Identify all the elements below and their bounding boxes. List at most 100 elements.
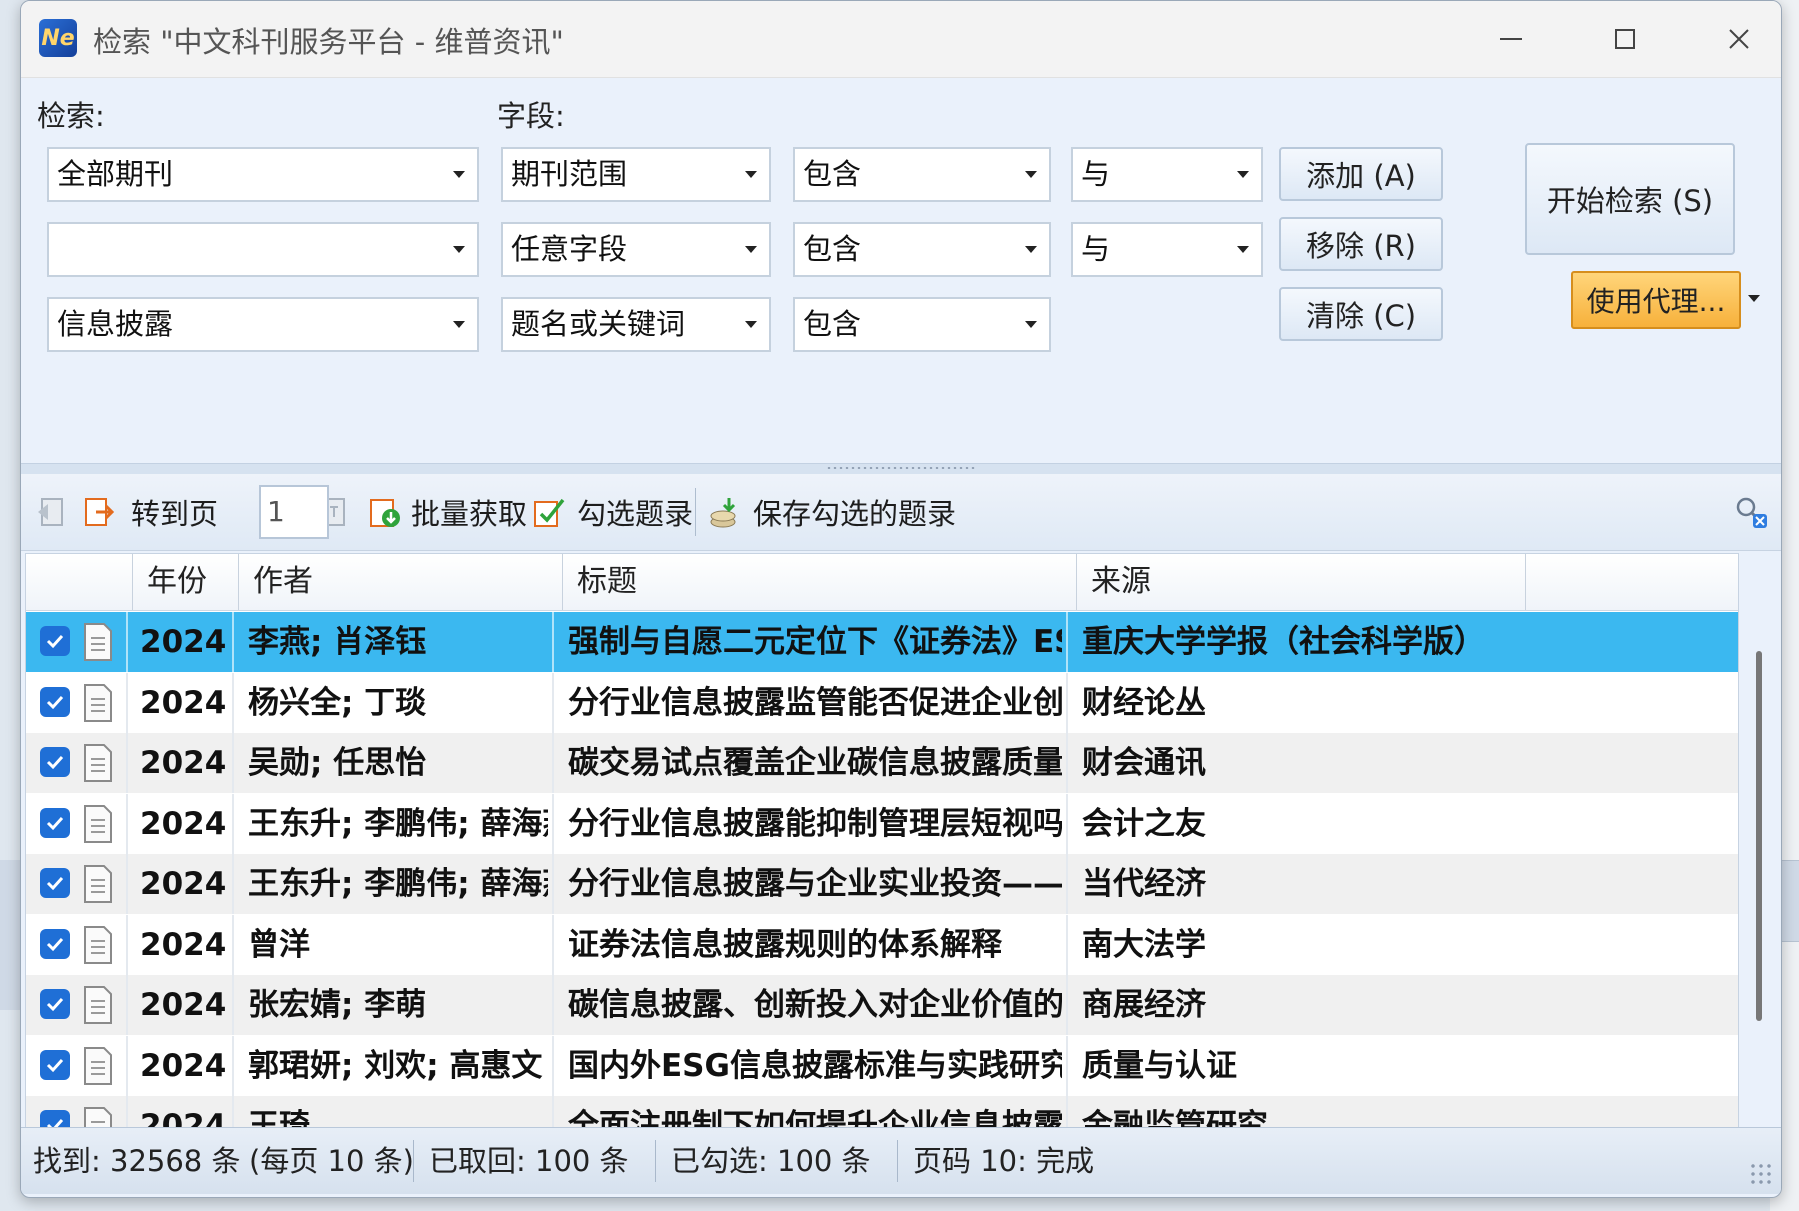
table-row[interactable]: 2024 杨兴全; 丁琰 分行业信息披露监管能否促进企业创... 财经论丛: [26, 672, 1738, 733]
column-divider: [552, 975, 554, 1035]
document-icon: [84, 865, 112, 903]
page-number-input[interactable]: 1: [259, 485, 329, 539]
check-records-icon: [531, 494, 567, 530]
cell-source: 金融监管研究: [1082, 1108, 1268, 1129]
row-checkbox[interactable]: [40, 686, 70, 717]
operator-combo-2[interactable]: 包含: [793, 222, 1051, 277]
cell-year: 2024: [140, 1047, 227, 1084]
clear-search-button[interactable]: [1733, 474, 1769, 550]
goto-page-icon: [81, 494, 117, 530]
batch-fetch-button[interactable]: 批量获取: [367, 474, 527, 550]
maximize-button[interactable]: [1595, 15, 1655, 63]
chevron-down-icon: [745, 171, 757, 178]
table-row[interactable]: 2024 王东升; 李鹏伟; 薛海燕 分行业信息披露与企业实业投资——... 当代经济: [26, 854, 1738, 914]
checkmark-icon: [46, 755, 64, 770]
goto-page-button[interactable]: 转到页: [81, 474, 218, 550]
status-separator: [413, 1140, 414, 1182]
row-checkbox[interactable]: [40, 1049, 70, 1080]
document-icon: [84, 1046, 112, 1085]
chevron-down-icon: [745, 321, 757, 328]
document-icon: [84, 623, 112, 661]
status-fetched: 已取回: 100 条: [429, 1144, 629, 1178]
cell-author: 李燕; 肖泽钰: [248, 624, 427, 660]
check-records-button[interactable]: 勾选题录: [531, 474, 693, 550]
minimize-icon: [1500, 38, 1522, 40]
add-button[interactable]: 添加 (A): [1279, 147, 1443, 201]
row-checkbox[interactable]: [40, 928, 70, 959]
table-row[interactable]: 2024 王东升; 李鹏伟; 薛海燕 分行业信息披露能抑制管理层短视吗... 会计之友: [26, 793, 1738, 854]
field-combo-3[interactable]: 题名或关键词: [501, 297, 771, 352]
logic-combo-1[interactable]: 与: [1071, 147, 1263, 202]
resize-grip-icon[interactable]: [1749, 1162, 1773, 1186]
remove-button[interactable]: 移除 (R): [1279, 217, 1443, 271]
chevron-down-icon: [745, 246, 757, 253]
operator-combo-3-value: 包含: [803, 307, 862, 341]
table-row[interactable]: 2024 张宏婧; 李萌 碳信息披露、创新投入对企业价值的... 商展经济: [26, 975, 1738, 1035]
column-divider: [232, 1035, 234, 1096]
logic-combo-1-value: 与: [1081, 157, 1111, 191]
save-checked-button[interactable]: 保存勾选的题录: [707, 474, 956, 550]
cell-title: 分行业信息披露与企业实业投资——...: [568, 866, 1062, 902]
column-header-author[interactable]: 作者: [238, 554, 562, 610]
checkmark-icon: [46, 634, 64, 649]
column-divider: [126, 1096, 128, 1128]
scope-combo-3[interactable]: 信息披露: [47, 297, 479, 352]
batch-fetch-label: 批量获取: [411, 497, 528, 531]
cell-author: 郭珺妍; 刘欢; 高惠文: [248, 1047, 543, 1084]
clear-button[interactable]: 清除 (C): [1279, 287, 1443, 341]
scope-combo-1-value: 全部期刊: [57, 157, 174, 191]
vertical-scrollbar[interactable]: [1756, 651, 1762, 1021]
batch-fetch-icon: [367, 494, 403, 530]
field-combo-1[interactable]: 期刊范围: [501, 147, 771, 202]
close-button[interactable]: [1709, 15, 1769, 63]
row-checkbox[interactable]: [40, 989, 70, 1019]
app-icon: Ne: [39, 19, 77, 57]
operator-combo-3[interactable]: 包含: [793, 297, 1051, 352]
document-icon: [84, 744, 112, 782]
column-divider: [126, 612, 128, 672]
minimize-button[interactable]: [1481, 15, 1541, 63]
title-bar[interactable]: Ne 检索 "中文科刊服务平台 - 维普资讯": [21, 1, 1781, 78]
status-found: 找到: 32568 条: [33, 1144, 241, 1178]
scope-combo-1[interactable]: 全部期刊: [47, 147, 479, 202]
field-combo-2[interactable]: 任意字段: [501, 222, 771, 277]
chevron-down-icon: [1025, 171, 1037, 178]
scope-combo-2[interactable]: [47, 222, 479, 277]
panel-splitter[interactable]: [21, 463, 1781, 474]
cell-title: 碳交易试点覆盖企业碳信息披露质量...: [568, 745, 1062, 781]
table-row[interactable]: 2024 郭珺妍; 刘欢; 高惠文 国内外ESG信息披露标准与实践研究 质量与认证: [26, 1035, 1738, 1096]
field-combo-1-value: 期刊范围: [511, 157, 628, 191]
proxy-dropdown-icon[interactable]: [1748, 295, 1760, 302]
row-checkbox[interactable]: [40, 868, 70, 898]
table-row[interactable]: 2024 曾洋 证券法信息披露规则的体系解释 南大法学: [26, 914, 1738, 975]
table-row[interactable]: 2024 李燕; 肖泽钰 强制与自愿二元定位下《证券法》ES... 重庆大学学报（社会…: [26, 612, 1738, 672]
prev-page-icon: [33, 494, 69, 530]
row-checkbox[interactable]: [40, 747, 70, 777]
document-icon: [84, 925, 112, 964]
column-header-year[interactable]: 年份: [132, 554, 238, 610]
row-checkbox[interactable]: [40, 626, 70, 656]
save-records-icon: [707, 494, 743, 530]
column-divider: [1066, 854, 1068, 914]
cell-author: 张宏婧; 李萌: [248, 987, 427, 1023]
column-divider: [552, 854, 554, 914]
chevron-down-icon: [453, 171, 465, 178]
splitter-grip-icon: [826, 466, 976, 470]
column-header-source[interactable]: 来源: [1076, 554, 1526, 610]
logic-combo-2[interactable]: 与: [1071, 222, 1263, 277]
column-divider: [126, 733, 128, 793]
table-row[interactable]: 2024 吴勋; 任思怡 碳交易试点覆盖企业碳信息披露质量... 财会通讯: [26, 733, 1738, 793]
chevron-down-icon: [1237, 246, 1249, 253]
column-header-title[interactable]: 标题: [562, 554, 1076, 610]
prev-page-button[interactable]: [33, 474, 69, 550]
status-page: 页码 10: 完成: [913, 1144, 1095, 1178]
column-divider: [232, 854, 234, 914]
operator-combo-1[interactable]: 包含: [793, 147, 1051, 202]
start-search-button[interactable]: 开始检索 (S): [1525, 143, 1735, 255]
column-divider: [1066, 612, 1068, 672]
use-proxy-button[interactable]: 使用代理...: [1571, 271, 1741, 329]
column-divider: [126, 854, 128, 914]
table-row[interactable]: 2024 王琦 全面注册制下如何提升企业信息披露 金融监管研究: [26, 1096, 1738, 1129]
cell-year: 2024: [140, 624, 227, 660]
row-checkbox[interactable]: [40, 807, 70, 838]
